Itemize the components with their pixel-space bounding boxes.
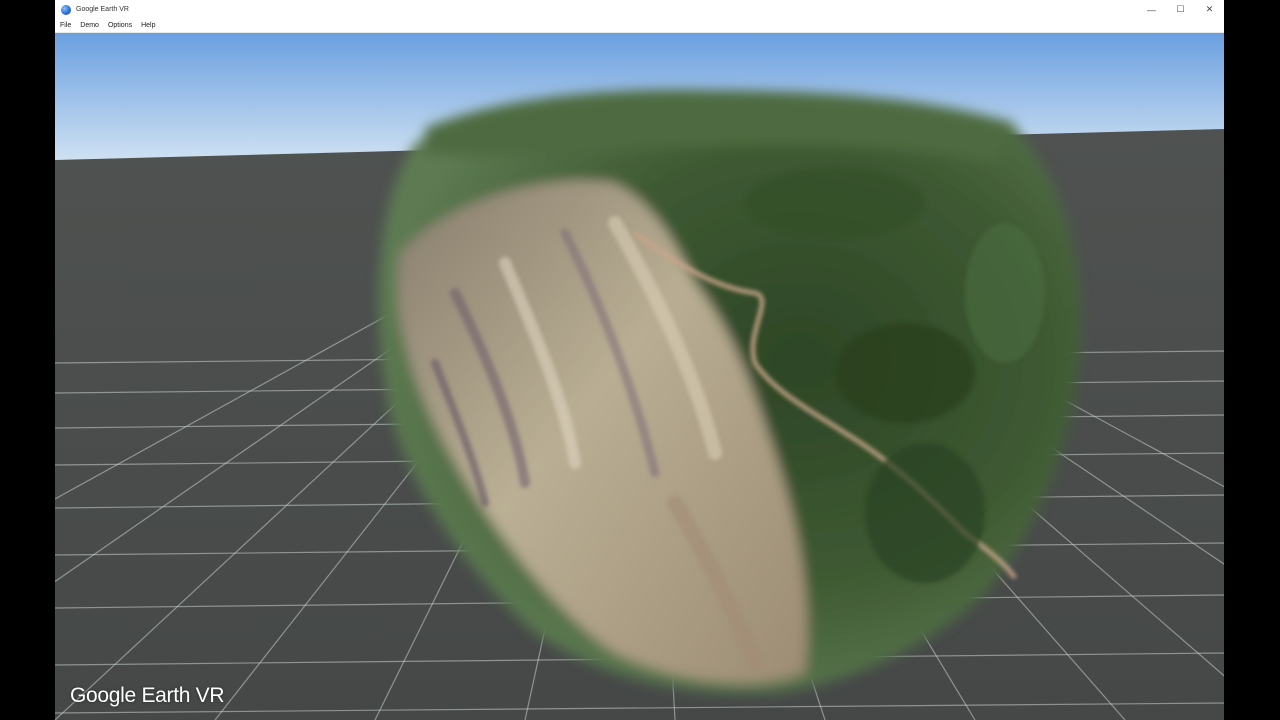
app-window: Google Earth VR — ☐ ✕ File Demo Options … (55, 0, 1224, 720)
google-earth-globe-icon (61, 4, 71, 15)
window-controls: — ☐ ✕ (1137, 0, 1224, 19)
close-button[interactable]: ✕ (1195, 0, 1224, 19)
window-title: Google Earth VR (76, 6, 129, 13)
vr-viewport[interactable]: Google Earth VR (55, 33, 1224, 720)
title-bar[interactable]: Google Earth VR — ☐ ✕ (55, 0, 1224, 19)
minimize-button[interactable]: — (1137, 0, 1166, 19)
maximize-button[interactable]: ☐ (1166, 0, 1195, 19)
scene-svg (55, 33, 1224, 720)
menu-bar: File Demo Options Help (55, 19, 1224, 33)
menu-file[interactable]: File (55, 22, 75, 29)
menu-options[interactable]: Options (103, 22, 136, 29)
menu-demo[interactable]: Demo (75, 22, 103, 29)
menu-help[interactable]: Help (136, 22, 159, 29)
google-earth-vr-watermark: Google Earth VR (70, 684, 225, 707)
